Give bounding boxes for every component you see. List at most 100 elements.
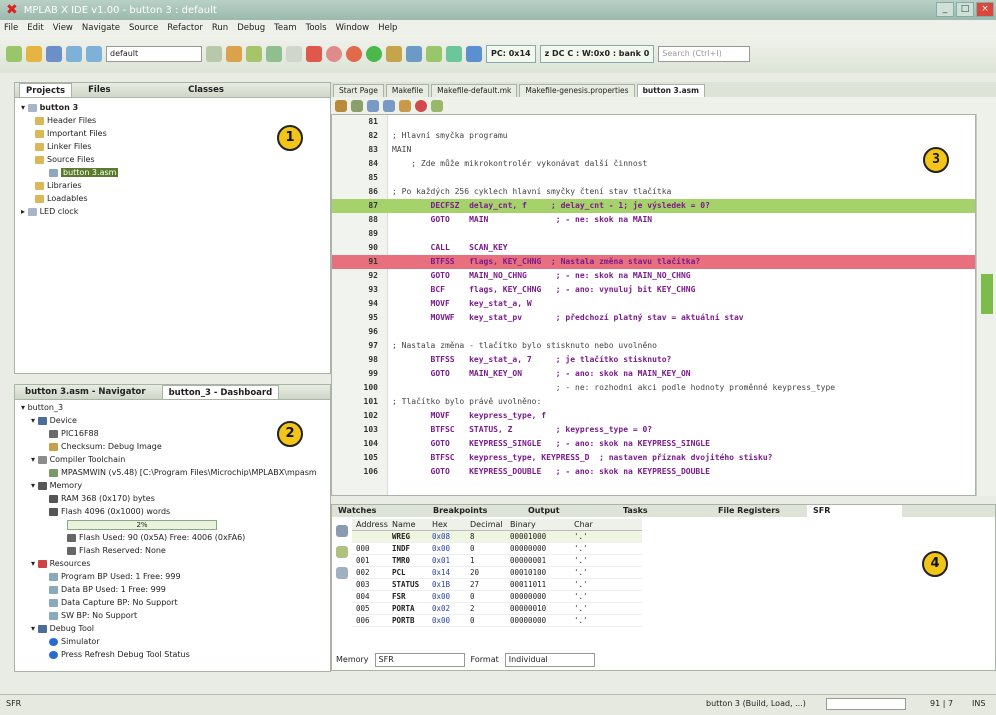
- menu-debug[interactable]: Debug: [237, 23, 265, 33]
- dash-item[interactable]: ▾ Debug Tool: [21, 622, 330, 635]
- config-select[interactable]: default: [106, 46, 202, 62]
- debug-reset-icon[interactable]: [306, 46, 322, 62]
- tab-source-file[interactable]: button 3.asm: [636, 84, 705, 97]
- sfr-row[interactable]: 002 PCL 0x14 20 00010100 '.': [352, 567, 642, 579]
- code-line[interactable]: 82 ; Hlavní smyčka programu: [332, 129, 975, 143]
- menu-window[interactable]: Window: [336, 23, 370, 33]
- build-icon[interactable]: [206, 46, 222, 62]
- code-line[interactable]: 94 MOVF key_stat_a, W: [332, 297, 975, 311]
- tab-output[interactable]: Output: [522, 505, 617, 517]
- tab-makefile[interactable]: Makefile: [385, 84, 430, 97]
- undo-icon[interactable]: [66, 46, 82, 62]
- code-line[interactable]: 104 GOTO KEYPRESS_SINGLE ; - ano: skok n…: [332, 437, 975, 451]
- open-project-icon[interactable]: [26, 46, 42, 62]
- menu-help[interactable]: Help: [378, 23, 397, 33]
- tree-item-loadables[interactable]: Loadables: [21, 192, 330, 205]
- search-input[interactable]: Search (Ctrl+I): [658, 46, 751, 62]
- build-status[interactable]: button 3 (Build, Load, ...): [706, 699, 806, 708]
- sfr-row[interactable]: 006 PORTB 0x00 0 00000000 '.': [352, 615, 642, 627]
- sfr-row[interactable]: 000 INDF 0x00 0 00000000 '.': [352, 543, 642, 555]
- code-line[interactable]: 99 GOTO MAIN_KEY_ON ; - ano: skok na MAI…: [332, 367, 975, 381]
- make-icon[interactable]: [246, 46, 262, 62]
- tab-breakpoints[interactable]: Breakpoints: [427, 505, 522, 517]
- code-line[interactable]: 100 ; - ne: rozhodni akci podle hodnoty …: [332, 381, 975, 395]
- code-line[interactable]: 98 BTFSS key_stat_a, 7 ; je tlačítko sti…: [332, 353, 975, 367]
- format-select[interactable]: Individual: [504, 652, 595, 667]
- code-line[interactable]: 83 MAIN: [332, 143, 975, 157]
- menu-tools[interactable]: Tools: [306, 23, 327, 33]
- menu-run[interactable]: Run: [212, 23, 228, 33]
- save-all-icon[interactable]: [46, 46, 62, 62]
- code-line[interactable]: 90 CALL SCAN_KEY: [332, 241, 975, 255]
- code-editor[interactable]: 81 82 ; Hlavní smyčka programu 83 MAIN 84 ; Z…: [331, 114, 976, 496]
- code-line[interactable]: 101 ; Tlačítko bylo právě uvolněno:: [332, 395, 975, 409]
- tab-watches[interactable]: Watches: [332, 505, 427, 517]
- sfr-row[interactable]: 003 STATUS 0x1B 27 00011011 '.': [352, 579, 642, 591]
- dash-item[interactable]: ▾ Resources: [21, 557, 330, 570]
- dash-item[interactable]: ▾ button_3: [21, 401, 330, 414]
- clean-build-icon[interactable]: [226, 46, 242, 62]
- menu-refactor[interactable]: Refactor: [167, 23, 203, 33]
- sfr-row[interactable]: 004 FSR 0x00 0 00000000 '.': [352, 591, 642, 603]
- halt-icon[interactable]: [346, 46, 362, 62]
- code-line[interactable]: 102 MOVF keypress_type, f: [332, 409, 975, 423]
- menu-navigate[interactable]: Navigate: [82, 23, 120, 33]
- tab-dashboard[interactable]: button_3 - Dashboard: [161, 385, 280, 399]
- source-icon[interactable]: [335, 99, 347, 112]
- tree-item-project-2[interactable]: ▸ LED clock: [21, 205, 330, 218]
- tree-item-project[interactable]: ▾ button 3: [21, 101, 330, 114]
- run-to-cursor-icon[interactable]: [446, 46, 462, 62]
- redo-icon[interactable]: [86, 46, 102, 62]
- col-address[interactable]: Address: [352, 519, 392, 530]
- code-line[interactable]: 86 ; Po každých 256 cyklech hlavní smyčky…: [332, 185, 975, 199]
- tab-start-page[interactable]: Start Page: [333, 84, 384, 97]
- maximize-button[interactable]: □: [956, 2, 974, 17]
- col-char[interactable]: Char: [574, 519, 614, 530]
- tab-projects[interactable]: Projects: [19, 83, 73, 97]
- code-line[interactable]: 81: [332, 115, 975, 129]
- step-out-icon[interactable]: [426, 46, 442, 62]
- new-project-icon[interactable]: [6, 46, 22, 62]
- dash-item[interactable]: ▾ Memory: [21, 479, 330, 492]
- code-line[interactable]: 85: [332, 171, 975, 185]
- code-line[interactable]: 91 BTFSS flags, KEY_CHNG ; Nastala změna…: [332, 255, 975, 269]
- code-line[interactable]: 103 BTFSC STATUS, Z ; keypress_type = 0?: [332, 423, 975, 437]
- code-line[interactable]: 106 GOTO KEYPRESS_DOUBLE ; - ano: skok n…: [332, 465, 975, 479]
- minimize-button[interactable]: _: [936, 2, 954, 17]
- tab-makefile-genesis[interactable]: Makefile-genesis.properties: [519, 84, 635, 97]
- tab-files[interactable]: Files: [82, 83, 172, 97]
- sfr-row[interactable]: 005 PORTA 0x02 2 00000010 '.': [352, 603, 642, 615]
- find-icon[interactable]: [399, 99, 411, 112]
- code-line[interactable]: 93 BCF flags, KEY_CHNG ; - ano: vynuluj …: [332, 283, 975, 297]
- macro-icon[interactable]: [431, 99, 443, 112]
- refresh-icon[interactable]: [336, 546, 348, 558]
- tab-classes[interactable]: Classes: [182, 83, 230, 97]
- code-line[interactable]: 95 MOVWF key_stat_pv ; předchozí platný …: [332, 311, 975, 325]
- menu-file[interactable]: File: [4, 23, 18, 33]
- tree-item-header-files[interactable]: Header Files: [21, 114, 330, 127]
- tab-tasks[interactable]: Tasks: [617, 505, 712, 517]
- toggle-breakpoint-icon[interactable]: [415, 99, 427, 112]
- code-line[interactable]: 89: [332, 227, 975, 241]
- dash-item[interactable]: Press Refresh Debug Tool Status: [21, 648, 330, 661]
- memory-select[interactable]: SFR: [374, 652, 465, 667]
- set-pc-icon[interactable]: [466, 46, 482, 62]
- sfr-row[interactable]: 001 TMR0 0x01 1 00000001 '.': [352, 555, 642, 567]
- code-line[interactable]: 88 GOTO MAIN ; - ne: skok na MAIN: [332, 213, 975, 227]
- code-line[interactable]: 96: [332, 325, 975, 339]
- breakpoint-icon[interactable]: [326, 46, 342, 62]
- tab-navigator[interactable]: button 3.asm - Navigator: [19, 385, 152, 399]
- menu-view[interactable]: View: [53, 23, 73, 33]
- tree-item-source-file[interactable]: button 3.asm: [21, 166, 330, 179]
- menu-source[interactable]: Source: [129, 23, 158, 33]
- code-line[interactable]: 105 BTFSC keypress_type, KEYPRESS_D ; na…: [332, 451, 975, 465]
- step-into-icon[interactable]: [406, 46, 422, 62]
- code-line[interactable]: 92 GOTO MAIN_NO_CHNG ; - ne: skok na MAI…: [332, 269, 975, 283]
- filter-icon[interactable]: [336, 567, 348, 579]
- history-icon[interactable]: [351, 99, 363, 112]
- menu-team[interactable]: Team: [274, 23, 296, 33]
- program-icon[interactable]: [266, 46, 282, 62]
- code-line[interactable]: 97 ; Nastala změna - tlačítko bylo stiskn…: [332, 339, 975, 353]
- forward-icon[interactable]: [383, 99, 395, 112]
- col-name[interactable]: Name: [392, 519, 432, 530]
